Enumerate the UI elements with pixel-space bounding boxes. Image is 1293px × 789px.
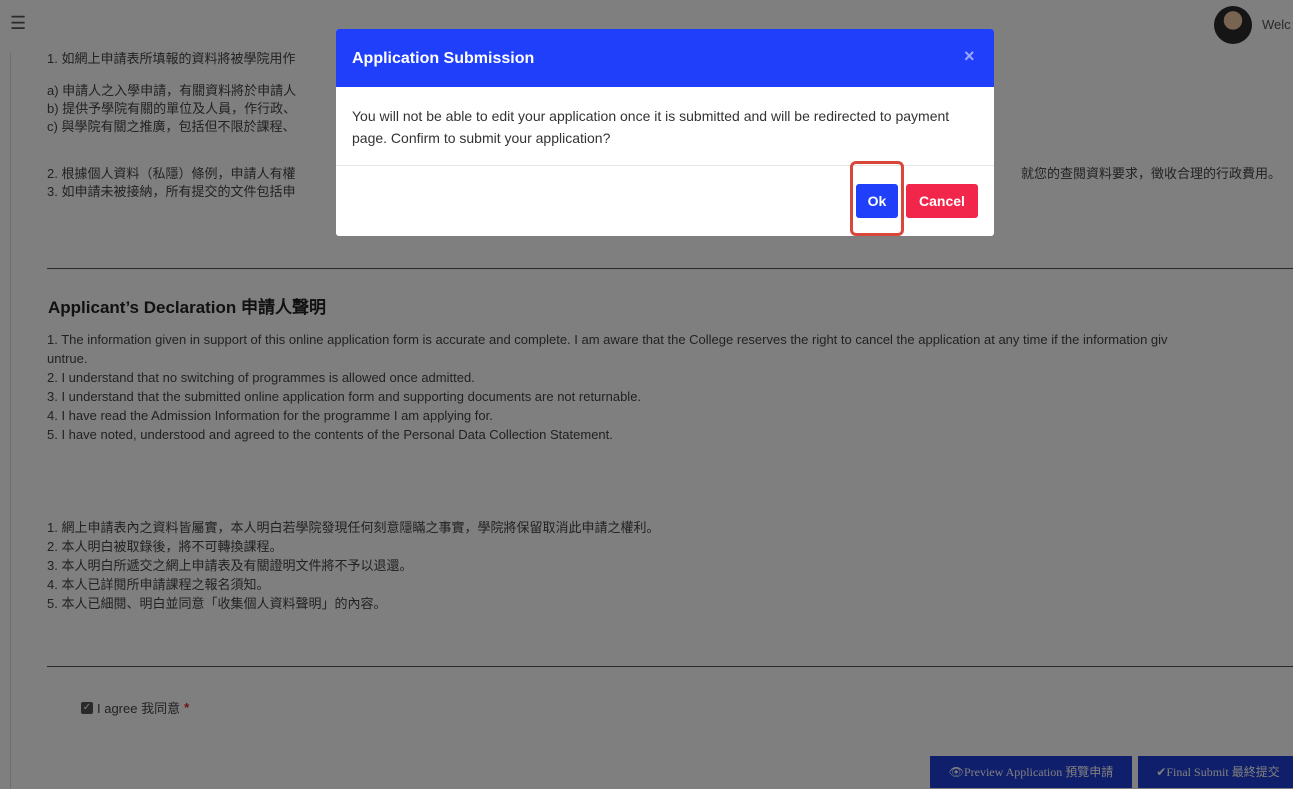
modal-title: Application Submission bbox=[352, 50, 535, 67]
modal-header: Application Submission × bbox=[336, 29, 994, 87]
application-page: ☰ Welc 1. 如網上申請表所填報的資料將被學院用作 a) 申請人之入學申請… bbox=[0, 0, 1293, 789]
close-icon[interactable]: × bbox=[964, 46, 975, 67]
ok-button-highlight bbox=[850, 161, 904, 236]
cancel-button[interactable]: Cancel bbox=[906, 184, 978, 218]
modal-message: You will not be able to edit your applic… bbox=[352, 108, 950, 146]
